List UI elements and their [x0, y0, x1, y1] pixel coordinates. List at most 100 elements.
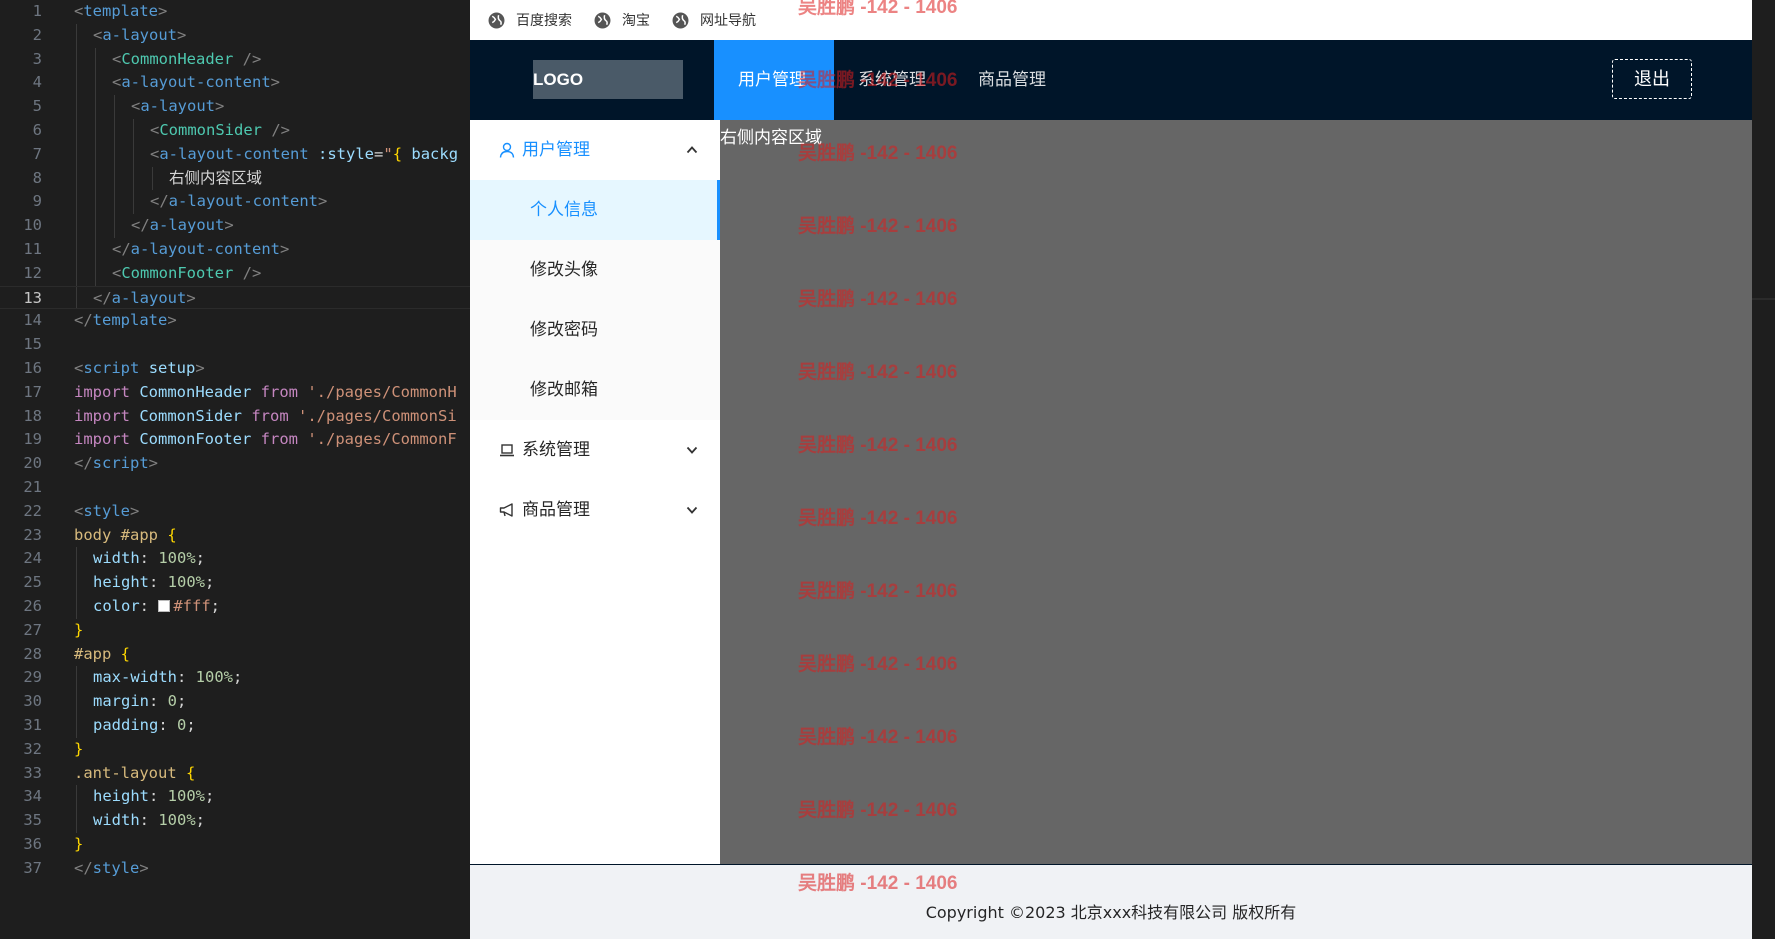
nav-item-product-management[interactable]: 商品管理: [978, 40, 1046, 120]
code-line[interactable]: 30 margin: 0;: [0, 690, 470, 714]
code-line[interactable]: 15: [0, 333, 470, 357]
code-text: padding: 0;: [93, 715, 196, 734]
line-number: 2: [32, 25, 42, 44]
line-number: 9: [32, 192, 42, 211]
code-line[interactable]: 26 color: #fff;: [0, 594, 470, 619]
line-number: 20: [23, 454, 42, 473]
code-line[interactable]: 18 import CommonSider from './pages/Commo…: [0, 405, 470, 429]
code-editor[interactable]: 1 <template> 2 <a-layout> 3 <CommonHeader /> 4…: [0, 0, 470, 939]
code-line[interactable]: 20 </script>: [0, 452, 470, 476]
line-number: 22: [23, 501, 42, 520]
code-line[interactable]: 12 <CommonFooter />: [0, 261, 470, 286]
submenu-user: 个人信息 修改头像 修改密码 修改邮箱: [470, 180, 720, 420]
code-line[interactable]: 6 <CommonSider />: [0, 118, 470, 143]
submenu-item-password[interactable]: 修改密码: [470, 300, 720, 360]
submenu-item-avatar[interactable]: 修改头像: [470, 240, 720, 300]
code-line[interactable]: 23 body #app {: [0, 524, 470, 548]
sidebar-menu-product[interactable]: 商品管理: [470, 480, 720, 540]
code-line[interactable]: 1 <template>: [0, 0, 470, 24]
logout-button[interactable]: 退出: [1612, 59, 1692, 99]
code-line[interactable]: 19 import CommonFooter from './pages/Comm…: [0, 428, 470, 452]
chevron-down-icon: [686, 446, 698, 454]
bookmark-baidu[interactable]: 百度搜索: [488, 10, 572, 30]
code-text: <CommonSider />: [150, 120, 291, 139]
editor-right-edge: [1752, 0, 1775, 939]
code-line[interactable]: 24 width: 100%;: [0, 547, 470, 572]
code-line[interactable]: 5 <a-layout>: [0, 95, 470, 119]
bookmark-nav[interactable]: 网址导航: [672, 10, 756, 30]
sidebar-menu-user[interactable]: 用户管理: [470, 120, 720, 180]
code-line[interactable]: 25 height: 100%;: [0, 571, 470, 595]
line-number: 23: [23, 525, 42, 544]
code-line[interactable]: 37 </style>: [0, 857, 470, 881]
submenu-item-profile[interactable]: 个人信息: [470, 180, 720, 240]
code-text: </a-layout>: [93, 288, 196, 307]
code-text: }: [74, 834, 84, 853]
code-line[interactable]: 11 </a-layout-content>: [0, 237, 470, 262]
line-number: 35: [23, 811, 42, 830]
code-line[interactable]: 33 .ant-layout {: [0, 762, 470, 786]
bookmark-label: 百度搜索: [516, 13, 572, 29]
submenu-item-email[interactable]: 修改邮箱: [470, 360, 720, 420]
line-number: 6: [32, 120, 42, 139]
line-number: 18: [23, 406, 42, 425]
code-line[interactable]: 21: [0, 476, 470, 500]
line-number: 30: [23, 692, 42, 711]
code-line[interactable]: 10 </a-layout>: [0, 214, 470, 238]
code-line[interactable]: 13 </a-layout>: [0, 285, 470, 310]
chevron-down-icon: [686, 506, 698, 514]
code-line[interactable]: 22 <style>: [0, 500, 470, 524]
code-line[interactable]: 2 <a-layout>: [0, 23, 470, 48]
bookmark-taobao[interactable]: 淘宝: [594, 10, 650, 30]
nav-item-user-management[interactable]: 用户管理: [714, 40, 834, 120]
globe-icon: [594, 12, 611, 28]
line-number: 16: [23, 358, 42, 377]
logo: LOGO: [533, 60, 683, 99]
sidebar: 用户管理 个人信息 修改头像 修改密码 修改邮箱 系统管理 商品管理: [470, 120, 720, 864]
line-number: 10: [23, 216, 42, 235]
code-text: <a-layout-content>: [112, 73, 280, 92]
code-line[interactable]: 31 padding: 0;: [0, 713, 470, 738]
bookmark-label: 网址导航: [700, 13, 756, 29]
code-line[interactable]: 17 import CommonHeader from './pages/Comm…: [0, 381, 470, 405]
notification-icon: [499, 503, 513, 517]
code-line[interactable]: 4 <a-layout-content>: [0, 71, 470, 96]
code-text: </template>: [74, 311, 177, 330]
code-text: <a-layout>: [93, 25, 187, 44]
code-line[interactable]: 16 <script setup>: [0, 357, 470, 381]
code-line[interactable]: 14 </template>: [0, 309, 470, 333]
line-number: 37: [23, 858, 42, 877]
code-line[interactable]: 7 <a-layout-content :style="{ backg: [0, 142, 470, 167]
code-text: color: #fff;: [93, 596, 221, 615]
line-number: 5: [32, 97, 42, 116]
code-line[interactable]: 3 <CommonHeader />: [0, 47, 470, 72]
code-line[interactable]: 8 右侧内容区域: [0, 166, 470, 191]
code-lines[interactable]: 1 <template> 2 <a-layout> 3 <CommonHeader /> 4…: [0, 0, 470, 880]
sidebar-menu-label: 用户管理: [522, 140, 590, 160]
globe-icon: [488, 12, 505, 28]
sidebar-menu-label: 系统管理: [522, 440, 590, 460]
line-number: 29: [23, 668, 42, 687]
content-text: 右侧内容区域: [720, 128, 822, 148]
color-swatch[interactable]: [158, 599, 171, 612]
code-text: </a-layout>: [131, 216, 234, 235]
code-line[interactable]: 9 </a-layout-content>: [0, 190, 470, 215]
code-line[interactable]: 36}: [0, 833, 470, 857]
line-number: 4: [32, 73, 42, 92]
content-area: 右侧内容区域: [720, 120, 1752, 864]
code-text: body #app {: [74, 525, 177, 544]
code-line[interactable]: 27}: [0, 619, 470, 643]
code-line[interactable]: 32}: [0, 738, 470, 762]
code-text: max-width: 100%;: [93, 668, 243, 687]
sidebar-menu-label: 商品管理: [522, 500, 590, 520]
code-line[interactable]: 35 width: 100%;: [0, 809, 470, 833]
code-text: }: [74, 739, 84, 758]
copyright-text: Copyright ©2023 北京xxx科技有限公司 版权所有: [925, 903, 1297, 922]
code-line[interactable]: 28 #app {: [0, 643, 470, 667]
nav-item-system-management[interactable]: 系统管理: [858, 40, 926, 120]
code-line[interactable]: 34 height: 100%;: [0, 785, 470, 810]
code-line[interactable]: 29 max-width: 100%;: [0, 666, 470, 691]
sidebar-menu-system[interactable]: 系统管理: [470, 420, 720, 480]
line-number: 24: [23, 549, 42, 568]
line-number: 31: [23, 715, 42, 734]
